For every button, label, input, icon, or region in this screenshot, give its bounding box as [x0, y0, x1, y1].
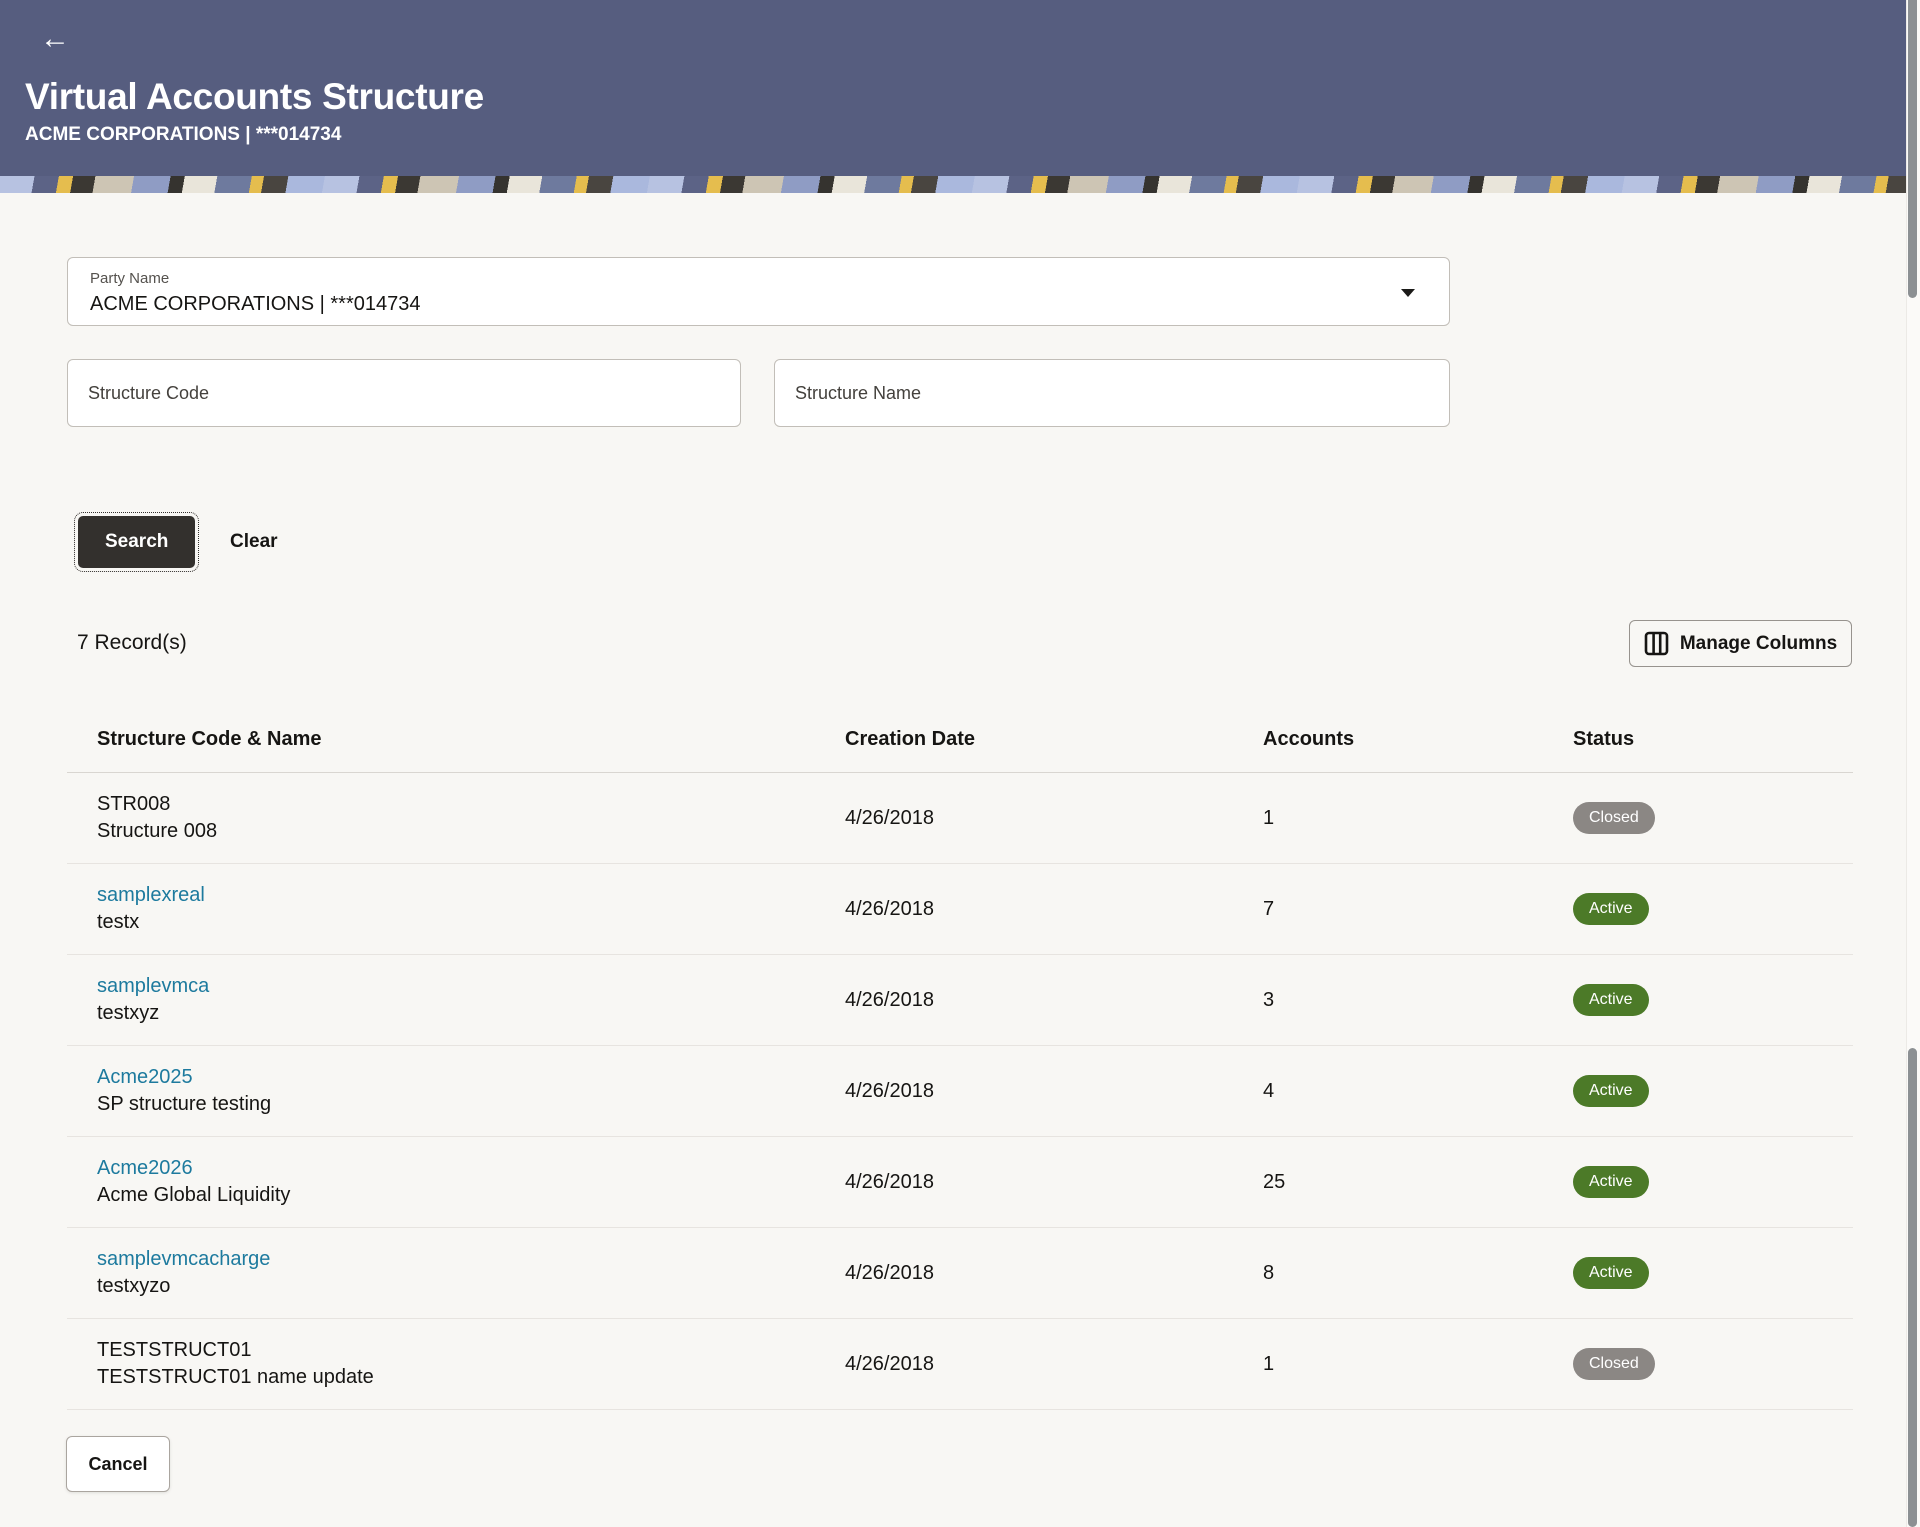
- structure-name-text: Structure 008: [97, 820, 845, 843]
- structure-name-text: SP structure testing: [97, 1093, 845, 1116]
- manage-columns-button[interactable]: Manage Columns: [1629, 620, 1852, 667]
- structure-name-text: Acme Global Liquidity: [97, 1184, 845, 1207]
- structure-name-text: testxyz: [97, 1002, 845, 1025]
- column-header: Status: [1573, 728, 1853, 751]
- status-badge: Active: [1573, 1075, 1649, 1107]
- structures-table: Structure Code & Name Creation Date Acco…: [67, 706, 1853, 1410]
- table-row: STR008 Structure 008 4/26/2018 1 Closed: [67, 773, 1853, 864]
- status-badge: Active: [1573, 1257, 1649, 1289]
- party-name-value: ACME CORPORATIONS | ***014734: [90, 293, 421, 316]
- structure-code-link[interactable]: Acme2026: [97, 1157, 845, 1180]
- structure-code-link[interactable]: Acme2025: [97, 1066, 845, 1089]
- table-row: Acme2025 SP structure testing 4/26/2018 …: [67, 1046, 1853, 1137]
- back-arrow-icon[interactable]: ←: [34, 22, 76, 56]
- structure-name-text: testxyzo: [97, 1275, 845, 1298]
- creation-date-cell: 4/26/2018: [845, 807, 1263, 830]
- manage-columns-label: Manage Columns: [1680, 633, 1837, 655]
- structure-code-input[interactable]: [67, 359, 741, 427]
- structure-name-text: TESTSTRUCT01 name update: [97, 1366, 845, 1389]
- table-row: samplevmcacharge testxyzo 4/26/2018 8 Ac…: [67, 1228, 1853, 1319]
- columns-icon: [1644, 631, 1669, 656]
- record-count: 7 Record(s): [77, 631, 187, 655]
- page-title: Virtual Accounts Structure: [25, 76, 484, 118]
- scrollbar-thumb-top[interactable]: [1908, 0, 1917, 298]
- scrollbar-thumb-bottom[interactable]: [1908, 1048, 1917, 1527]
- creation-date-cell: 4/26/2018: [845, 898, 1263, 921]
- structure-code-text: TESTSTRUCT01: [97, 1339, 845, 1362]
- table-header-row: Structure Code & Name Creation Date Acco…: [67, 706, 1853, 773]
- creation-date-cell: 4/26/2018: [845, 1080, 1263, 1103]
- status-badge: Closed: [1573, 1348, 1655, 1380]
- accounts-cell: 25: [1263, 1171, 1573, 1194]
- clear-button[interactable]: Clear: [220, 516, 288, 568]
- creation-date-cell: 4/26/2018: [845, 1171, 1263, 1194]
- structure-code-link[interactable]: samplevmca: [97, 975, 845, 998]
- chevron-down-icon: [1401, 289, 1415, 297]
- structure-name-input[interactable]: [774, 359, 1450, 427]
- structure-code-link[interactable]: samplevmcacharge: [97, 1248, 845, 1271]
- accounts-cell: 1: [1263, 1353, 1573, 1376]
- status-badge: Closed: [1573, 802, 1655, 834]
- status-badge: Active: [1573, 1166, 1649, 1198]
- structure-code-link[interactable]: samplexreal: [97, 884, 845, 907]
- column-header: Accounts: [1263, 728, 1573, 751]
- cancel-button[interactable]: Cancel: [66, 1436, 170, 1492]
- accounts-cell: 7: [1263, 898, 1573, 921]
- column-header: Creation Date: [845, 728, 1263, 751]
- party-name-select[interactable]: Party Name ACME CORPORATIONS | ***014734: [67, 257, 1450, 326]
- accounts-cell: 4: [1263, 1080, 1573, 1103]
- accounts-cell: 1: [1263, 807, 1573, 830]
- creation-date-cell: 4/26/2018: [845, 1353, 1263, 1376]
- table-row: Acme2026 Acme Global Liquidity 4/26/2018…: [67, 1137, 1853, 1228]
- column-header: Structure Code & Name: [67, 728, 845, 751]
- status-badge: Active: [1573, 984, 1649, 1016]
- page-subtitle: ACME CORPORATIONS | ***014734: [25, 124, 341, 146]
- search-button[interactable]: Search: [78, 516, 195, 568]
- structure-code-text: STR008: [97, 793, 845, 816]
- party-name-label: Party Name: [90, 270, 169, 287]
- accounts-cell: 3: [1263, 989, 1573, 1012]
- structure-name-text: testx: [97, 911, 845, 934]
- page-header: ← Virtual Accounts Structure ACME CORPOR…: [0, 0, 1920, 176]
- table-row: TESTSTRUCT01 TESTSTRUCT01 name update 4/…: [67, 1319, 1853, 1410]
- accounts-cell: 8: [1263, 1262, 1573, 1285]
- status-badge: Active: [1573, 893, 1649, 925]
- creation-date-cell: 4/26/2018: [845, 989, 1263, 1012]
- table-row: samplexreal testx 4/26/2018 7 Active: [67, 864, 1853, 955]
- decorative-pattern-strip: [0, 176, 1920, 193]
- table-row: samplevmca testxyz 4/26/2018 3 Active: [67, 955, 1853, 1046]
- creation-date-cell: 4/26/2018: [845, 1262, 1263, 1285]
